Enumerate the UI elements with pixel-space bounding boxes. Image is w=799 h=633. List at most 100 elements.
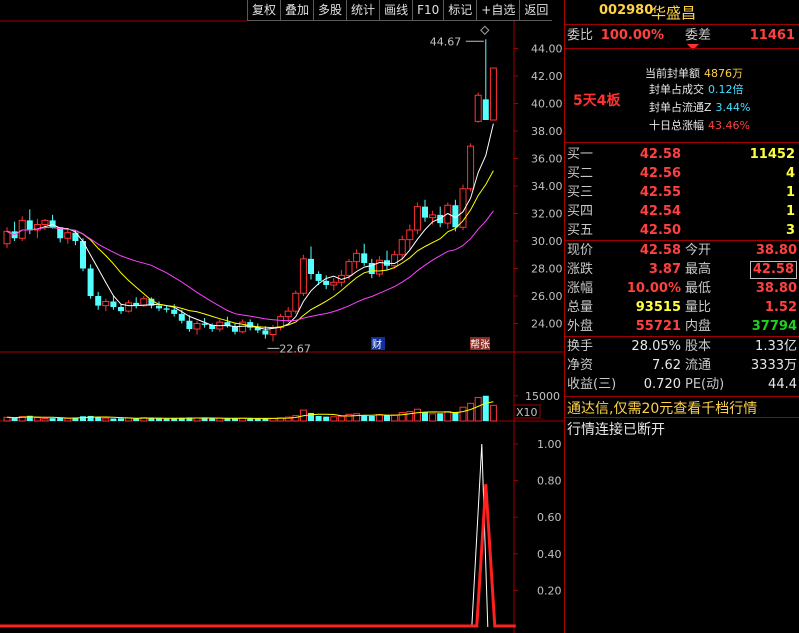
bid-volume: 3: [785, 223, 795, 238]
candle-body: [95, 296, 102, 306]
volume-bar: [429, 413, 437, 422]
seal-label: 封单占成交: [649, 83, 704, 96]
volume-bar: [361, 415, 368, 421]
stock-title: 002980 华盛昌: [565, 0, 799, 24]
volume-bar: [437, 413, 444, 421]
candle-body: [315, 274, 322, 281]
bid-price: 42.58: [639, 147, 681, 162]
volume-bar: [148, 418, 155, 421]
connection-status: 行情连接已断开: [567, 422, 665, 438]
y-tick-label: 34.00: [531, 180, 563, 193]
candle-body: [429, 214, 437, 219]
volume-bar: [391, 414, 399, 422]
quote-label: 外盘: [567, 319, 594, 334]
y-tick-label: 28.00: [531, 263, 563, 276]
fund-label: 换手: [567, 339, 594, 354]
candle-body: [391, 254, 399, 267]
indicator-tick-label: 0.20: [537, 584, 562, 597]
quote-value: 93515: [635, 300, 681, 315]
y-tick-label: 26.00: [531, 290, 563, 303]
volume-bar: [482, 395, 489, 421]
candle-body: [125, 302, 133, 312]
volume-bar: [459, 406, 467, 422]
quote-row: 涨跌 3.87 最高 42.58: [567, 261, 799, 279]
bid-label: 买二: [567, 166, 594, 181]
bid-label: 买三: [567, 185, 594, 200]
chart-area[interactable]: 44.00 42.00 40.00 38.00 36.00 34.00 32.00 30.00…: [0, 0, 564, 633]
quote-label: 总量: [567, 300, 594, 315]
seal-box: 5天4板 当前封单额 4876万 封单占成交 0.12倍 封单占流通Z 3.44% 十日总涨…: [565, 50, 799, 142]
volume-tick-label: 15000: [525, 390, 560, 403]
volume-bar: [315, 415, 322, 421]
candle-body: [110, 301, 117, 307]
volume-bar: [64, 417, 72, 422]
quote-row: 现价 42.58 今开 38.80: [567, 242, 799, 260]
marker-diamond-icon: [480, 25, 490, 35]
volume-bar: [102, 417, 110, 422]
candle-body: [413, 206, 421, 231]
quote-label: 内盘: [685, 319, 712, 334]
volume-bar: [323, 416, 330, 421]
indicator-red-line: [0, 484, 516, 628]
volume-bar: [467, 402, 475, 422]
candle-body: [3, 230, 11, 245]
bid-label: 买五: [567, 223, 594, 238]
quote-panel: 002980 华盛昌 委比 100.00% 委差 11461 5天4板 当前封单…: [564, 0, 799, 633]
candle-body: [171, 309, 178, 314]
volume-bar: [444, 411, 452, 422]
ma10-line: [6, 170, 494, 329]
high-label: 44.67: [430, 35, 462, 48]
weibi-label: 委比: [567, 28, 594, 43]
seal-row: 当前封单额 4876万: [645, 66, 743, 82]
volume-unit-label: X10: [516, 406, 538, 419]
volume-bar: [118, 418, 124, 421]
bid-volume: 1: [785, 204, 795, 219]
volume-bar: [254, 418, 261, 421]
volume-bar: [163, 418, 170, 421]
candle-body: [193, 323, 201, 330]
volume-bar: [406, 411, 414, 422]
candle-body: [330, 281, 338, 286]
volume-bar: [209, 418, 216, 421]
candle-body: [292, 292, 300, 312]
seal-label: 封单占流通Z: [649, 101, 712, 114]
bid-label: 买一: [567, 147, 594, 162]
candle-body: [284, 310, 292, 318]
fund-value: 44.4: [768, 377, 797, 392]
volume-bar: [110, 418, 117, 421]
candle-body: [299, 258, 307, 294]
candle-body: [156, 305, 162, 309]
quote-value: 42.58: [749, 261, 797, 279]
seal-row: 封单占成交 0.12倍: [649, 82, 744, 98]
fundamental-row: 净资 7.62 流通 3333万: [567, 357, 799, 375]
y-tick-label: 42.00: [531, 70, 563, 83]
y-tick-label: 44.00: [531, 43, 563, 56]
candle-body: [308, 258, 314, 274]
quote-value: 38.80: [755, 243, 797, 258]
promo-link[interactable]: 通达信,仅需20元查看千档行情: [567, 398, 799, 418]
volume-bar: [330, 416, 338, 422]
candle-body: [18, 219, 26, 239]
y-tick-label: 32.00: [531, 208, 563, 221]
candle-body: [489, 67, 497, 121]
y-tick-label: 38.00: [531, 125, 563, 138]
seal-label: 十日总涨幅: [649, 119, 704, 132]
low-label: 22.67: [279, 342, 311, 355]
bid-row: 买一 42.58 11452: [567, 146, 799, 164]
volume-bar: [368, 415, 375, 421]
quote-value: 55721: [635, 319, 681, 334]
volume-bar: [33, 417, 41, 422]
seal-row: 封单占流通Z 3.44%: [649, 100, 751, 116]
candle-body: [26, 220, 33, 230]
quote-label: 量比: [685, 300, 712, 315]
candle-body: [41, 219, 49, 225]
candle-body: [474, 94, 482, 122]
candle-body: [398, 239, 406, 256]
indicator-tick-label: 0.80: [537, 475, 562, 488]
quote-value: 1.52: [764, 300, 797, 315]
seal-value: 0.12倍: [708, 83, 744, 96]
candle-body: [353, 252, 361, 263]
candle-body: [406, 229, 414, 241]
candle-body: [102, 301, 110, 307]
fund-value: 7.62: [652, 358, 681, 373]
